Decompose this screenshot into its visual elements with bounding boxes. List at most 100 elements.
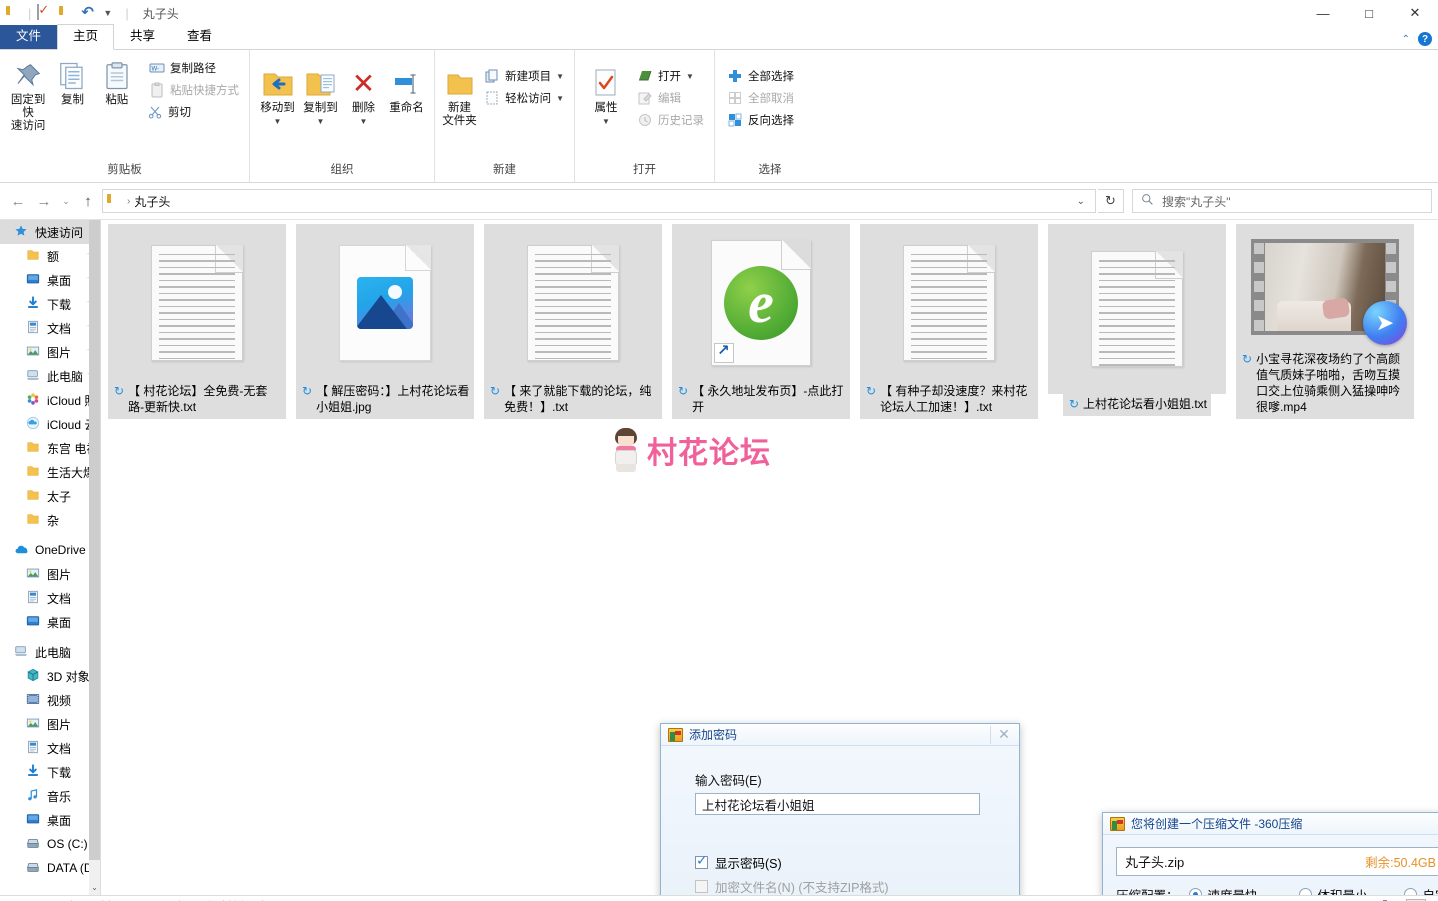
open-button[interactable]: 打开 ▼: [633, 66, 708, 86]
back-button[interactable]: ←: [6, 189, 30, 213]
sidebar-item-16[interactable]: 桌面: [0, 610, 100, 634]
pin-to-quick-access-button[interactable]: 固定到快 速访问: [6, 54, 50, 133]
edit-button[interactable]: 编辑: [633, 88, 708, 108]
copy-to-button[interactable]: 复制到 ▼: [299, 62, 342, 128]
file-item[interactable]: ↻ 【 村花论坛】全免费-无套路-更新快.txt: [103, 224, 291, 419]
sidebar-item-21[interactable]: 文档: [0, 736, 100, 760]
sidebar-scroll-down-button[interactable]: ⌄: [89, 881, 100, 895]
archive-name-row[interactable]: 丸子头.zip 剩余:50.4GB ▼: [1116, 847, 1438, 876]
navigation-pane[interactable]: 快速访问额桌面下载文档图片此电脑iCloud 照片iCloud 云盘东宫 电视剧…: [0, 220, 100, 895]
up-button[interactable]: ↑: [76, 189, 100, 213]
paste-shortcut-button[interactable]: 粘贴快捷方式: [145, 80, 243, 100]
easy-access-button[interactable]: 轻松访问 ▼: [480, 88, 568, 108]
tab-home[interactable]: 主页: [57, 24, 115, 50]
sidebar-item-12[interactable]: 杂: [0, 508, 100, 532]
sidebar-item-22[interactable]: 下载: [0, 760, 100, 784]
breadcrumb-current[interactable]: 丸子头: [134, 193, 170, 210]
close-button[interactable]: ✕: [1392, 0, 1438, 26]
folder-icon[interactable]: [59, 5, 75, 21]
sidebar-item-14[interactable]: 图片: [0, 562, 100, 586]
breadcrumb[interactable]: › 丸子头: [107, 193, 170, 210]
chevron-down-icon[interactable]: ⌄: [1071, 196, 1091, 207]
caret-down-icon[interactable]: ▼: [602, 115, 610, 128]
sidebar-item-5[interactable]: 图片: [0, 340, 100, 364]
folder-icon[interactable]: [6, 5, 22, 21]
archive-name-input[interactable]: 丸子头.zip: [1117, 852, 1365, 871]
sidebar-scrollbar-thumb[interactable]: [89, 220, 100, 860]
sidebar-item-11[interactable]: 太子: [0, 484, 100, 508]
sidebar-item-23[interactable]: 音乐: [0, 784, 100, 808]
tab-file[interactable]: 文件: [0, 25, 58, 49]
sidebar-item-18[interactable]: 3D 对象: [0, 664, 100, 688]
sidebar-item-10[interactable]: 生活大爆炸: [0, 460, 100, 484]
sidebar-item-9[interactable]: 东宫 电视剧: [0, 436, 100, 460]
chevron-up-icon[interactable]: ⌃: [1402, 34, 1410, 45]
copy-button[interactable]: 复制: [50, 54, 94, 107]
caret-down-icon[interactable]: ▼: [360, 115, 368, 128]
sidebar-scrollbar[interactable]: ⌄: [89, 220, 100, 895]
tab-share[interactable]: 共享: [114, 25, 171, 49]
address-path-box[interactable]: › 丸子头 ⌄: [102, 189, 1096, 213]
sidebar-item-24[interactable]: 桌面: [0, 808, 100, 832]
undo-icon[interactable]: ↶: [81, 5, 97, 21]
file-item[interactable]: ↻ 上村花论坛看小姐姐.txt: [1043, 224, 1231, 419]
dialog-close-button[interactable]: ✕: [993, 726, 1015, 744]
radio-smallest[interactable]: [1298, 888, 1312, 895]
checkbox-icon[interactable]: [37, 4, 53, 21]
select-all-button[interactable]: 全部选择: [723, 66, 798, 86]
sidebar-item-1[interactable]: 额: [0, 244, 100, 268]
help-icon[interactable]: ?: [1418, 32, 1432, 46]
caret-down-icon[interactable]: ▼: [556, 72, 564, 81]
sidebar-item-17[interactable]: 此电脑: [0, 640, 100, 664]
file-item[interactable]: ↻ 【 有种子却没速度？来村花论坛人工加速！】.txt: [855, 224, 1043, 419]
forward-button[interactable]: →: [32, 189, 56, 213]
sidebar-item-3[interactable]: 下载: [0, 292, 100, 316]
caret-down-icon[interactable]: ▼: [274, 115, 282, 128]
file-list-pane[interactable]: ↻ 【 村花论坛】全免费-无套路-更新快.txt ↻ 【 解压密码：】上村花论坛…: [101, 220, 1438, 895]
sidebar-item-6[interactable]: 此电脑: [0, 364, 100, 388]
option-fastest[interactable]: 速度最快: [1188, 885, 1299, 895]
caret-down-icon[interactable]: ▼: [317, 115, 325, 128]
sidebar-item-15[interactable]: 文档: [0, 586, 100, 610]
file-item[interactable]: ↻ 【 解压密码：】上村花论坛看小姐姐.jpg: [291, 224, 479, 419]
radio-custom[interactable]: [1403, 888, 1417, 895]
select-none-button[interactable]: 全部取消: [723, 88, 798, 108]
dropdown-icon[interactable]: ▼: [103, 5, 119, 21]
file-item[interactable]: e ↻ 【 永久地址发布页】-点此打开: [667, 224, 855, 419]
history-button[interactable]: 历史记录: [633, 110, 708, 130]
show-password-checkbox[interactable]: [695, 852, 708, 869]
recent-locations-button[interactable]: ⌄: [58, 189, 74, 213]
search-input[interactable]: 搜索"丸子头": [1132, 189, 1432, 213]
file-item[interactable]: ➤ ↻ 小宝寻花深夜场约了个高颜值气质妹子啪啪，舌吻互摸口交上位骑乘侧入猛操呻吟…: [1231, 224, 1419, 419]
tab-view[interactable]: 查看: [171, 25, 228, 49]
rename-button[interactable]: 重命名: [385, 62, 428, 115]
new-folder-button[interactable]: 新建 文件夹: [441, 62, 478, 128]
sidebar-item-7[interactable]: iCloud 照片: [0, 388, 100, 412]
option-custom[interactable]: 自定义: [1403, 885, 1438, 895]
file-item[interactable]: ↻ 【 来了就能下载的论坛，纯免费！】.txt: [479, 224, 667, 419]
caret-down-icon[interactable]: ▼: [686, 72, 694, 81]
maximize-button[interactable]: □: [1346, 0, 1392, 26]
create-archive-dialog[interactable]: 您将创建一个压缩文件 -360压缩 ✕ 丸子头.zip 剩余:50.4GB ▼ …: [1102, 812, 1438, 895]
refresh-button[interactable]: ↻: [1098, 189, 1124, 213]
sidebar-item-4[interactable]: 文档: [0, 316, 100, 340]
delete-button[interactable]: ✕ 删除 ▼: [342, 62, 385, 128]
option-smallest[interactable]: 体积最小: [1298, 885, 1404, 895]
sidebar-item-2[interactable]: 桌面: [0, 268, 100, 292]
copy-path-button[interactable]: W- 复制路径: [145, 58, 243, 78]
sidebar-item-8[interactable]: iCloud 云盘: [0, 412, 100, 436]
sidebar-item-20[interactable]: 图片: [0, 712, 100, 736]
show-password-row[interactable]: 显示密码(S): [695, 852, 985, 871]
sidebar-item-0[interactable]: 快速访问: [0, 220, 100, 244]
sidebar-item-26[interactable]: DATA (D:): [0, 856, 100, 880]
password-input[interactable]: [695, 793, 980, 815]
new-item-button[interactable]: 新建项目 ▼: [480, 66, 568, 86]
paste-button[interactable]: 粘贴: [95, 54, 139, 107]
cut-button[interactable]: 剪切: [143, 102, 243, 122]
sidebar-item-13[interactable]: OneDrive: [0, 538, 100, 562]
minimize-button[interactable]: —: [1300, 0, 1346, 26]
sidebar-item-25[interactable]: OS (C:): [0, 832, 100, 856]
caret-down-icon[interactable]: ▼: [556, 94, 564, 103]
radio-fastest[interactable]: [1188, 888, 1202, 895]
sidebar-item-19[interactable]: 视频: [0, 688, 100, 712]
